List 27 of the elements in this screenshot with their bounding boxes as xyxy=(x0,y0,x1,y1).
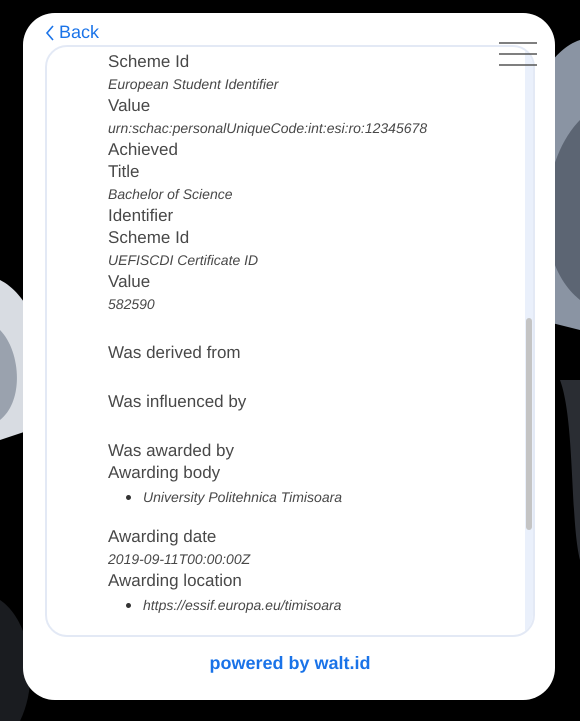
field-value: 582590 xyxy=(108,295,155,314)
field-value: Bachelor of Science xyxy=(108,185,233,204)
bullet-icon xyxy=(126,602,131,608)
field-label: Scheme Id xyxy=(108,51,190,73)
chevron-left-icon xyxy=(45,24,55,40)
field-label: Achieved xyxy=(108,139,178,161)
list-item-text: University Politehnica Timisoara xyxy=(143,488,342,507)
back-link[interactable]: Back xyxy=(45,22,100,43)
section-heading: Was awarded by xyxy=(108,440,234,462)
field-label: Value xyxy=(108,95,150,117)
field-label: Awarding location xyxy=(108,570,242,592)
menu-icon[interactable] xyxy=(498,42,538,66)
section-heading: Was influenced by xyxy=(108,391,246,413)
field-label: Scheme Id xyxy=(108,227,190,249)
field-value: UEFISCDI Certificate ID xyxy=(108,251,258,270)
field-value: European Student Identifier xyxy=(108,75,278,94)
list-item-text: https://essif.europa.eu/timisoara xyxy=(143,596,342,615)
powered-by-link[interactable]: powered by walt.id xyxy=(209,653,371,674)
field-label: Value xyxy=(108,271,150,293)
field-label: Awarding body xyxy=(108,462,220,484)
field-label: Identifier xyxy=(108,205,174,227)
bullet-icon xyxy=(126,494,131,500)
field-value: 2019-09-11T00:00:00Z xyxy=(108,550,250,569)
field-label: Title xyxy=(108,161,140,183)
section-heading: Was derived from xyxy=(108,342,241,364)
field-label: Awarding date xyxy=(108,526,216,548)
field-value: urn:schac:personalUniqueCode:int:esi:ro:12345678 xyxy=(108,119,428,138)
